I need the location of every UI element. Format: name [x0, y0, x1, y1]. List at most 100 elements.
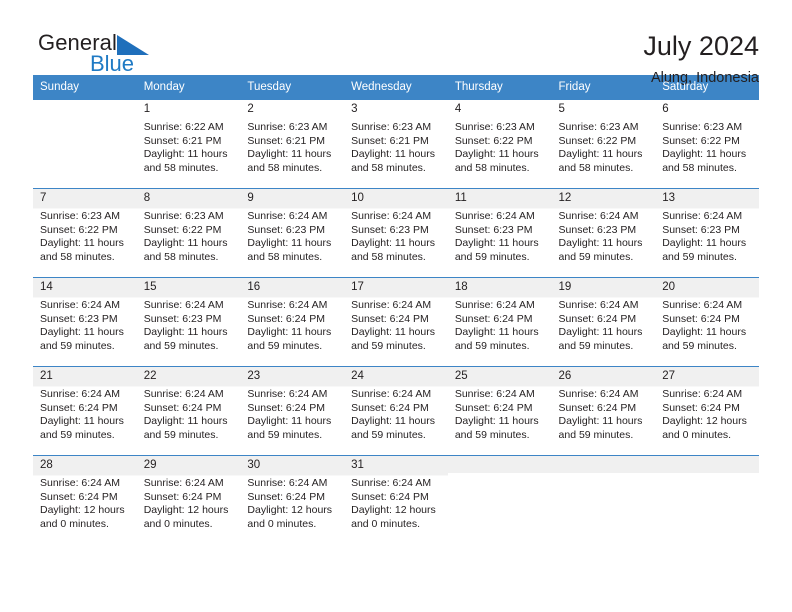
sunset-text: Sunset: 6:23 PM	[40, 312, 118, 325]
calendar-day-cell[interactable]: 31 Sunrise: 6:24 AM Sunset: 6:24 PM Dayligh…	[344, 455, 448, 545]
day-details: Sunrise: 6:24 AM Sunset: 6:23 PM Daylight:…	[240, 206, 344, 264]
daylight-text-line1: Daylight: 11 hours	[40, 237, 124, 250]
day-number: 19	[551, 278, 656, 295]
weekday-header-thursday: Thursday	[447, 75, 552, 100]
daylight-text-line1: Daylight: 11 hours	[143, 415, 228, 428]
daylight-text-line2: and 59 minutes.	[143, 428, 219, 441]
daylight-text-line2: and 58 minutes.	[351, 161, 426, 174]
calendar-day-cell[interactable]: 3 Sunrise: 6:23 AM Sunset: 6:21 PM Daylight…	[344, 99, 448, 189]
calendar-day-cell[interactable]: 19 Sunrise: 6:24 AM Sunset: 6:24 PM Dayligh…	[551, 277, 656, 367]
day-number: 6	[662, 103, 669, 115]
day-details: Sunrise: 6:22 AM Sunset: 6:21 PM Daylight:…	[137, 117, 241, 175]
calendar-day-cell[interactable]: 11 Sunrise: 6:24 AM Sunset: 6:23 PM Dayligh…	[447, 188, 552, 278]
calendar-day-cell[interactable]: 15 Sunrise: 6:24 AM Sunset: 6:23 PM Dayligh…	[136, 277, 241, 367]
daylight-text-line1: Daylight: 11 hours	[558, 237, 643, 250]
calendar-day-cell[interactable]: 25 Sunrise: 6:24 AM Sunset: 6:24 PM Dayligh…	[447, 366, 552, 456]
daylight-text-line1: Daylight: 11 hours	[558, 148, 643, 161]
calendar-day-cell[interactable]: 23 Sunrise: 6:24 AM Sunset: 6:24 PM Dayligh…	[240, 366, 345, 456]
daylight-text-line2: and 59 minutes.	[558, 250, 634, 263]
calendar-day-cell[interactable]: 30 Sunrise: 6:24 AM Sunset: 6:24 PM Dayligh…	[240, 455, 345, 545]
sunset-text: Sunset: 6:24 PM	[247, 490, 326, 503]
day-details: Sunrise: 6:24 AM Sunset: 6:24 PM Daylight:…	[137, 384, 241, 442]
calendar-day-cell[interactable]: 1 Sunrise: 6:22 AM Sunset: 6:21 PM Daylight…	[136, 99, 241, 189]
brand-logo[interactable]: General Blue	[33, 30, 163, 86]
sunset-text: Sunset: 6:21 PM	[351, 134, 429, 147]
title-block: July 2024 Alung, Indonesia	[643, 30, 759, 88]
calendar-day-cell[interactable]: 7 Sunrise: 6:23 AM Sunset: 6:22 PM Daylight…	[33, 188, 137, 278]
calendar-day-cell[interactable]: 20 Sunrise: 6:24 AM Sunset: 6:24 PM Dayligh…	[655, 277, 759, 367]
daylight-text-line2: and 0 minutes.	[351, 517, 420, 530]
calendar-day-cell[interactable]: 6 Sunrise: 6:23 AM Sunset: 6:22 PM Daylight…	[655, 99, 759, 189]
sunrise-text: Sunrise: 6:24 AM	[351, 388, 432, 400]
daylight-text-line2: and 58 minutes.	[662, 161, 737, 174]
calendar-day-cell[interactable]: 12 Sunrise: 6:24 AM Sunset: 6:23 PM Dayligh…	[551, 188, 656, 278]
calendar-day-cell[interactable]: 4 Sunrise: 6:23 AM Sunset: 6:22 PM Daylight…	[447, 99, 552, 189]
daylight-text-line1: Daylight: 11 hours	[454, 148, 539, 161]
day-number: 31	[344, 456, 448, 473]
day-number	[655, 456, 759, 473]
daylight-text-line1: Daylight: 11 hours	[454, 415, 539, 428]
day-details: Sunrise: 6:24 AM Sunset: 6:24 PM Daylight:…	[240, 295, 344, 353]
day-details: Sunrise: 6:24 AM Sunset: 6:24 PM Daylight:…	[448, 384, 552, 442]
sunrise-text: Sunrise: 6:24 AM	[143, 299, 224, 311]
sunset-text: Sunset: 6:22 PM	[558, 134, 637, 147]
day-details: Sunrise: 6:24 AM Sunset: 6:24 PM Daylight:…	[655, 384, 759, 442]
calendar-cell-empty	[33, 99, 137, 189]
day-number: 12	[551, 189, 656, 206]
daylight-text-line2: and 0 minutes.	[143, 517, 213, 530]
day-number	[33, 100, 137, 117]
day-details: Sunrise: 6:24 AM Sunset: 6:24 PM Daylight:…	[448, 295, 552, 353]
sunrise-text: Sunrise: 6:24 AM	[40, 477, 120, 489]
daylight-text-line1: Daylight: 11 hours	[454, 237, 539, 250]
day-details: Sunrise: 6:24 AM Sunset: 6:24 PM Daylight:…	[137, 473, 241, 531]
calendar-day-cell[interactable]: 21 Sunrise: 6:24 AM Sunset: 6:24 PM Dayligh…	[33, 366, 137, 456]
day-number: 11	[447, 189, 552, 206]
sunset-text: Sunset: 6:23 PM	[143, 312, 222, 325]
calendar-day-cell[interactable]: 8 Sunrise: 6:23 AM Sunset: 6:22 PM Daylight…	[136, 188, 241, 278]
calendar-day-cell[interactable]: 9 Sunrise: 6:24 AM Sunset: 6:23 PM Daylight…	[240, 188, 345, 278]
page-header: General Blue July 2024 Alung, Indonesia	[33, 0, 759, 86]
daylight-text-line2: and 58 minutes.	[454, 161, 530, 174]
calendar-day-cell[interactable]: 18 Sunrise: 6:24 AM Sunset: 6:24 PM Dayligh…	[447, 277, 552, 367]
daylight-text-line1: Daylight: 11 hours	[662, 148, 747, 161]
calendar-day-cell[interactable]: 24 Sunrise: 6:24 AM Sunset: 6:24 PM Dayligh…	[344, 366, 448, 456]
day-number: 21	[33, 367, 137, 384]
daylight-text-line2: and 58 minutes.	[247, 161, 323, 174]
calendar-day-cell[interactable]: 29 Sunrise: 6:24 AM Sunset: 6:24 PM Dayligh…	[136, 455, 241, 545]
day-number: 7	[33, 189, 137, 206]
sunset-text: Sunset: 6:24 PM	[662, 312, 740, 325]
day-details: Sunrise: 6:24 AM Sunset: 6:23 PM Daylight:…	[33, 295, 137, 353]
day-number: 24	[344, 367, 448, 384]
sunrise-text: Sunrise: 6:24 AM	[351, 477, 432, 489]
calendar-day-cell[interactable]: 16 Sunrise: 6:24 AM Sunset: 6:24 PM Dayligh…	[240, 277, 345, 367]
sunset-text: Sunset: 6:24 PM	[454, 401, 533, 414]
calendar-day-cell[interactable]: 27 Sunrise: 6:24 AM Sunset: 6:24 PM Dayligh…	[655, 366, 759, 456]
calendar-day-cell[interactable]: 28 Sunrise: 6:24 AM Sunset: 6:24 PM Dayligh…	[33, 455, 137, 545]
daylight-text-line1: Daylight: 12 hours	[40, 504, 125, 517]
sunrise-text: Sunrise: 6:24 AM	[247, 299, 328, 311]
daylight-text-line2: and 59 minutes.	[662, 250, 737, 263]
calendar-day-cell[interactable]: 22 Sunrise: 6:24 AM Sunset: 6:24 PM Dayligh…	[136, 366, 241, 456]
daylight-text-line2: and 59 minutes.	[454, 250, 530, 263]
sunset-text: Sunset: 6:23 PM	[662, 223, 740, 236]
calendar-day-cell[interactable]: 17 Sunrise: 6:24 AM Sunset: 6:24 PM Dayligh…	[344, 277, 448, 367]
day-number: 16	[240, 278, 345, 295]
day-number: 15	[136, 278, 241, 295]
calendar-day-cell[interactable]: 26 Sunrise: 6:24 AM Sunset: 6:24 PM Dayligh…	[551, 366, 656, 456]
sunrise-text: Sunrise: 6:23 AM	[247, 121, 328, 133]
calendar-day-cell[interactable]: 14 Sunrise: 6:24 AM Sunset: 6:23 PM Dayligh…	[33, 277, 137, 367]
daylight-text-line2: and 59 minutes.	[40, 428, 115, 441]
calendar-day-cell[interactable]: 5 Sunrise: 6:23 AM Sunset: 6:22 PM Daylight…	[551, 99, 656, 189]
daylight-text-line1: Daylight: 12 hours	[351, 504, 436, 517]
calendar-day-cell[interactable]: 13 Sunrise: 6:24 AM Sunset: 6:23 PM Dayligh…	[655, 188, 759, 278]
calendar-table: Sunday Monday Tuesday Wednesday Thursday…	[33, 75, 759, 545]
calendar-day-cell[interactable]: 2 Sunrise: 6:23 AM Sunset: 6:21 PM Daylight…	[240, 99, 345, 189]
calendar-day-cell[interactable]: 10 Sunrise: 6:24 AM Sunset: 6:23 PM Dayligh…	[344, 188, 448, 278]
daylight-text-line1: Daylight: 11 hours	[143, 237, 228, 250]
sunset-text: Sunset: 6:24 PM	[143, 401, 222, 414]
sunset-text: Sunset: 6:24 PM	[558, 312, 637, 325]
day-number: 2	[247, 103, 254, 115]
day-number: 1	[143, 103, 151, 115]
sunrise-text: Sunrise: 6:23 AM	[558, 121, 639, 133]
sunrise-text: Sunrise: 6:24 AM	[143, 388, 224, 400]
